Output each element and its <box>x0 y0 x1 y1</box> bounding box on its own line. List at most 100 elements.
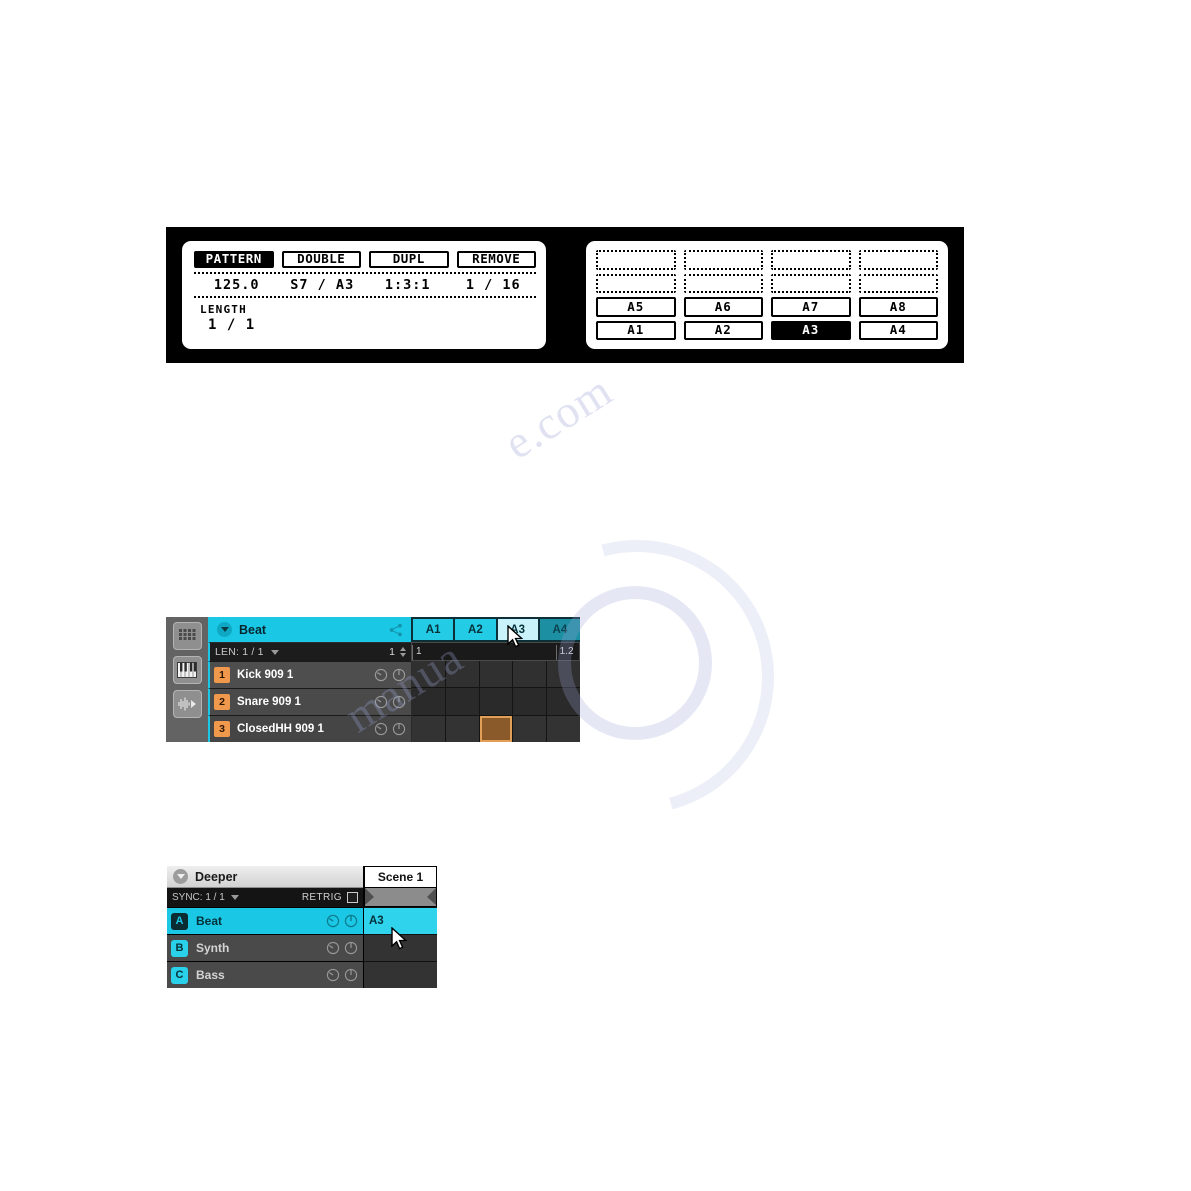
lcd-length-group: LENGTH 1 / 1 <box>200 303 255 334</box>
pad-slot-empty-8[interactable] <box>858 273 938 293</box>
lcd-button-double[interactable]: DOUBLE <box>281 251 361 268</box>
pad-slot-empty-4[interactable] <box>858 250 938 270</box>
page-root: e.com manua PATTERN DOUBLE DUPL REMOVE 1… <box>0 0 1191 1191</box>
grid-cell[interactable] <box>547 661 580 688</box>
pad-slot-empty-2[interactable] <box>683 250 763 270</box>
grid-cell[interactable] <box>513 688 547 715</box>
grid-cell[interactable] <box>412 661 445 688</box>
share-icon[interactable] <box>389 623 403 640</box>
sound-name-label: Kick 909 1 <box>237 669 294 681</box>
pad-slot-a5[interactable]: A5 <box>596 297 676 317</box>
scene-slot-a3[interactable]: A3 <box>364 907 437 934</box>
chevron-down-icon[interactable] <box>230 895 239 900</box>
lcd-button-pattern[interactable]: PATTERN <box>194 251 274 268</box>
group-row-knobs[interactable] <box>326 968 358 982</box>
pad-slot-a1[interactable]: A1 <box>596 320 676 340</box>
volume-knob-icon <box>392 722 406 736</box>
stepper-icon[interactable] <box>400 647 406 657</box>
group-letter-badge: B <box>171 939 188 957</box>
scene-slot-empty-2[interactable] <box>364 961 437 988</box>
retrig-checkbox[interactable] <box>347 892 358 903</box>
pad-slot-a4[interactable]: A4 <box>858 320 938 340</box>
group-name-label: Beat <box>239 622 267 637</box>
pattern-length-control[interactable]: LEN: 1 / 1 1 <box>208 642 411 661</box>
sound-row-knobs[interactable] <box>374 722 406 736</box>
group-row-knobs[interactable] <box>326 914 358 928</box>
sync-bar: SYNC: 1 / 1 RETRIG <box>167 888 363 907</box>
pattern-tab-a1[interactable]: A1 <box>413 619 454 640</box>
watermark-text-1: e.com <box>495 364 621 469</box>
pattern-tab-a4[interactable]: A4 <box>539 619 580 640</box>
pad-slot-a6[interactable]: A6 <box>683 297 763 317</box>
lcd-button-row: PATTERN DOUBLE DUPL REMOVE <box>194 251 536 268</box>
lcd-length-label: LENGTH <box>200 303 247 316</box>
watermark: e.com manua <box>300 330 920 890</box>
grid-cell[interactable] <box>513 715 547 742</box>
pad-slot-a2[interactable]: A2 <box>683 320 763 340</box>
ruler-mark-1-2: 1.2 <box>555 645 574 660</box>
ruler-mark-1: 1 <box>412 645 422 660</box>
step-grid[interactable] <box>411 661 580 742</box>
timeline-ruler[interactable]: 1 1.2 <box>411 642 580 661</box>
scene-column: Scene 1 A3 <box>363 866 437 988</box>
lcd-value-position: 1:3:1 <box>384 277 431 293</box>
pattern-editor-header-row: Beat A1 A2 A3 A4 <box>208 617 580 642</box>
pad-slot-empty-1[interactable] <box>596 250 676 270</box>
waveform-icon[interactable] <box>172 690 202 718</box>
grid-cell[interactable] <box>547 688 580 715</box>
sound-name-label: ClosedHH 909 1 <box>237 723 324 735</box>
pad-slot-empty-3[interactable] <box>771 250 851 270</box>
group-row-synth[interactable]: B Synth <box>167 934 363 961</box>
lcd-button-dupl[interactable]: DUPL <box>369 251 449 268</box>
pan-knob-icon <box>326 968 340 982</box>
project-header[interactable]: Deeper <box>167 866 363 888</box>
chevron-down-icon[interactable] <box>270 649 279 655</box>
sound-index-badge: 2 <box>214 694 230 710</box>
sound-row-knobs[interactable] <box>374 668 406 682</box>
keyboard-icon[interactable] <box>172 656 202 684</box>
pad-slot-empty-7[interactable] <box>771 273 851 293</box>
pad-slot-empty-6[interactable] <box>683 273 763 293</box>
pattern-tab-a3[interactable]: A3 <box>497 619 538 640</box>
chevron-down-icon[interactable] <box>173 869 188 884</box>
group-name-label: Beat <box>196 914 223 928</box>
group-header[interactable]: Beat <box>208 617 411 642</box>
left-lcd-screen: PATTERN DOUBLE DUPL REMOVE 125.0 S7 / A3… <box>182 241 546 349</box>
grid-cell[interactable] <box>445 715 479 742</box>
volume-knob-icon <box>344 968 358 982</box>
grid-cell[interactable] <box>412 688 445 715</box>
group-row-knobs[interactable] <box>326 941 358 955</box>
grid-cell[interactable] <box>445 661 479 688</box>
sound-row-knobs[interactable] <box>374 695 406 709</box>
lcd-value-tempo: 125.0 <box>213 277 260 293</box>
scene-slot-empty-1[interactable] <box>364 934 437 961</box>
pad-slot-a8[interactable]: A8 <box>858 297 938 317</box>
group-list: A Beat B Synth C Bass <box>167 907 363 988</box>
grid-cell[interactable] <box>479 688 513 715</box>
chevron-down-icon[interactable] <box>217 622 232 637</box>
pad-slot-a7[interactable]: A7 <box>771 297 851 317</box>
group-name-label: Bass <box>196 968 225 982</box>
grid-cell[interactable] <box>547 715 580 742</box>
grid-cell[interactable] <box>479 661 513 688</box>
scene-header-label[interactable]: Scene 1 <box>364 866 437 888</box>
sound-row-snare[interactable]: 2 Snare 909 1 <box>208 688 411 715</box>
pan-knob-icon <box>326 914 340 928</box>
grid-cell-note[interactable] <box>479 715 513 742</box>
grid-cell[interactable] <box>513 661 547 688</box>
pad-slot-empty-5[interactable] <box>596 273 676 293</box>
grid-cell[interactable] <box>445 688 479 715</box>
lcd-button-remove[interactable]: REMOVE <box>456 251 536 268</box>
sound-row-closedhh[interactable]: 3 ClosedHH 909 1 <box>208 715 411 742</box>
group-row-beat[interactable]: A Beat <box>167 907 363 934</box>
pad-slot-a3[interactable]: A3 <box>771 320 851 340</box>
pad-grid-icon[interactable] <box>172 622 202 650</box>
grid-cell[interactable] <box>412 715 445 742</box>
pattern-editor-panel: Beat A1 A2 A3 A4 LEN: 1 / 1 1 1 1.2 1 Ki… <box>166 617 580 742</box>
pan-knob-icon <box>374 722 388 736</box>
pattern-editor-main: Beat A1 A2 A3 A4 LEN: 1 / 1 1 1 1.2 1 Ki… <box>208 617 580 742</box>
pattern-tab-a2[interactable]: A2 <box>455 619 496 640</box>
sound-row-kick[interactable]: 1 Kick 909 1 <box>208 661 411 688</box>
group-row-bass[interactable]: C Bass <box>167 961 363 988</box>
scene-loop-range-bar[interactable] <box>364 888 437 907</box>
